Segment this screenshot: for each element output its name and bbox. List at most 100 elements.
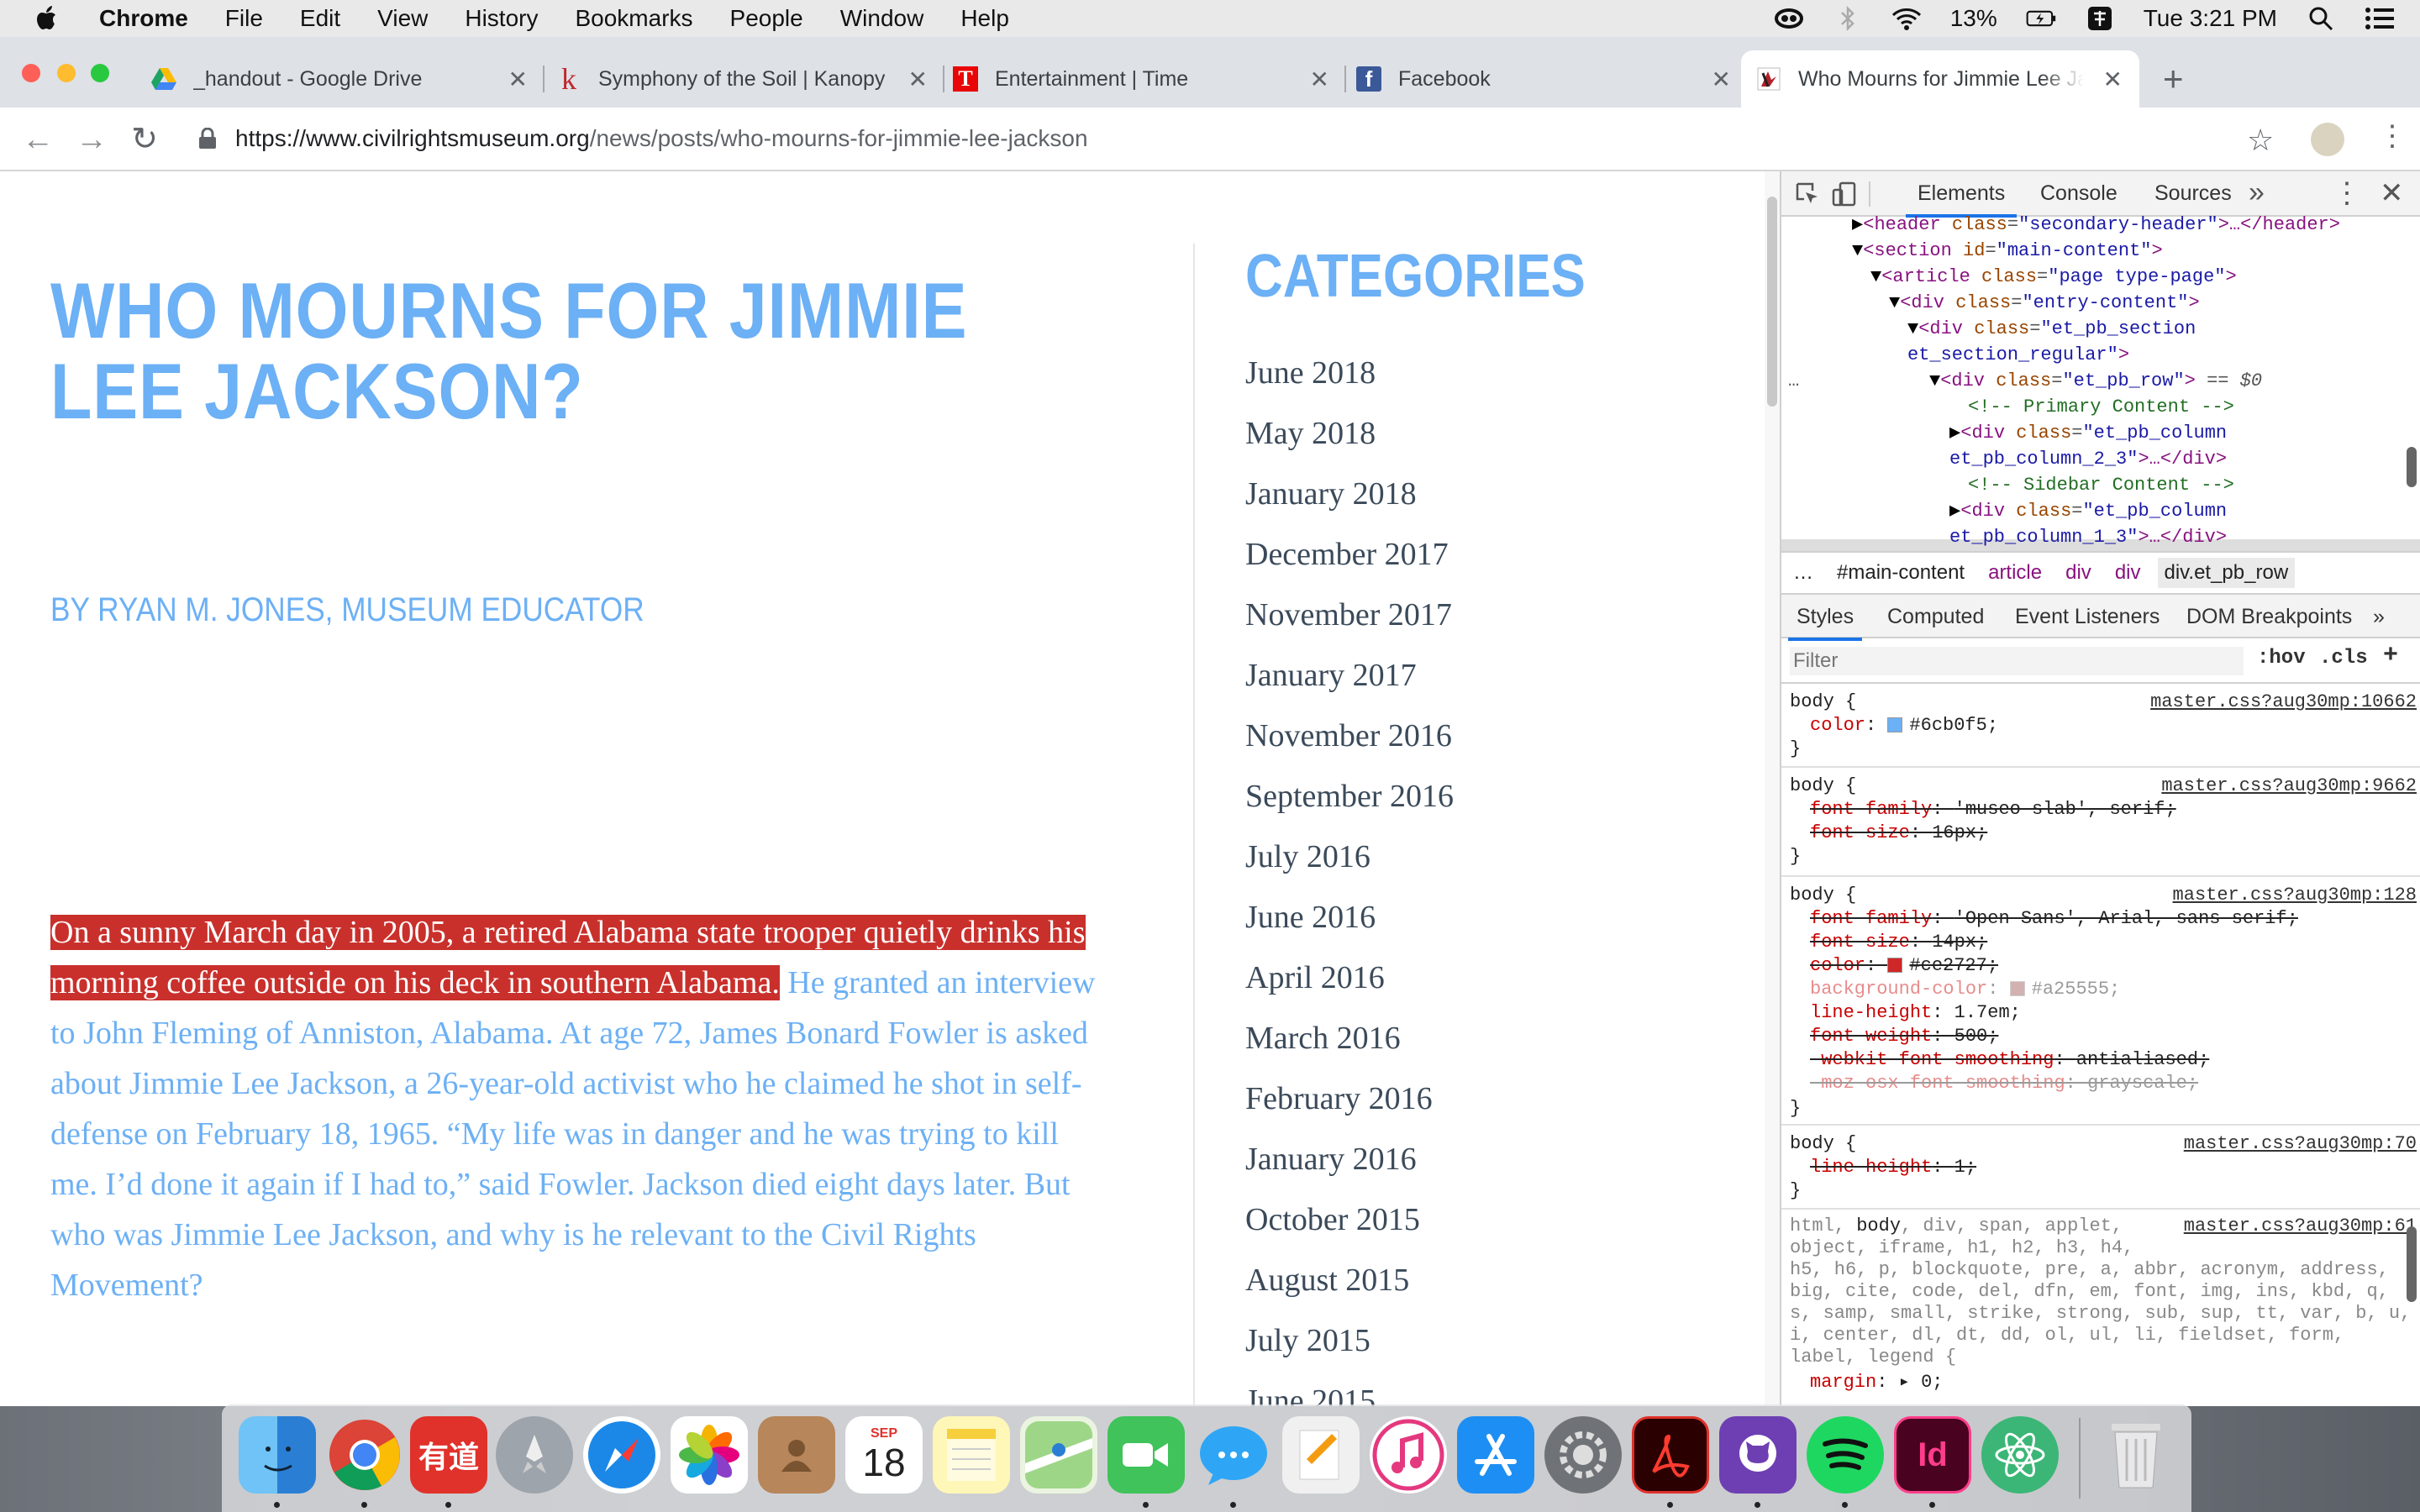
category-link[interactable]: October 2015	[1245, 1189, 1454, 1250]
spotify-icon[interactable]	[1807, 1416, 1884, 1494]
address-bar[interactable]: https://www.civilrightsmuseum.org/news/p…	[185, 114, 2269, 163]
category-link[interactable]: June 2018	[1245, 343, 1454, 403]
page-scrollbar[interactable]	[1765, 171, 1780, 1406]
wifi-icon[interactable]	[1891, 6, 1922, 31]
breadcrumb-ellipsis[interactable]: …	[1793, 561, 1813, 585]
add-rule-icon[interactable]: +	[2383, 642, 2398, 670]
category-link[interactable]: September 2016	[1245, 766, 1454, 827]
menu-app-name[interactable]: Chrome	[99, 5, 188, 32]
breadcrumb-item[interactable]: article	[1988, 561, 2042, 585]
tab-facebook[interactable]: f Facebook ✕	[1346, 50, 1748, 108]
menubar-clock[interactable]: Tue 3:21 PM	[2144, 5, 2277, 32]
menu-edit[interactable]: Edit	[300, 5, 340, 32]
category-link[interactable]: January 2018	[1245, 464, 1454, 524]
dom-node-article[interactable]: ▼<article class="page type-page">	[1870, 264, 2237, 290]
tab-close-icon[interactable]: ✕	[1712, 66, 1731, 93]
launchpad-icon[interactable]	[496, 1416, 573, 1494]
menu-help[interactable]: Help	[960, 5, 1009, 32]
css-declaration-overridden[interactable]: font-size: 16px;	[1810, 822, 1987, 845]
inspect-element-icon[interactable]	[1795, 181, 1820, 207]
subtab-computed[interactable]: Computed	[1887, 605, 1984, 629]
window-close-button[interactable]	[22, 64, 40, 82]
dom-node-pb-section[interactable]: ▼<div class="et_pb_section	[1907, 316, 2196, 342]
css-rule[interactable]: html, body, div, span, applet, master.cs…	[1781, 1210, 2420, 1406]
category-link[interactable]: March 2016	[1245, 1008, 1454, 1068]
reload-icon[interactable]: ↻	[129, 123, 160, 155]
subtab-styles[interactable]: Styles	[1787, 605, 1863, 641]
spotlight-search-icon[interactable]	[2306, 6, 2336, 31]
css-rule[interactable]: body { master.css?aug30mp:10662 color: #…	[1781, 684, 2420, 768]
class-toggle[interactable]: .cls	[2319, 647, 2368, 669]
breadcrumb-item-selected[interactable]: div.et_pb_row	[2157, 558, 2296, 588]
devtools-close-icon[interactable]: ✕	[2380, 176, 2404, 210]
css-declaration[interactable]: color: #6cb0f5;	[1810, 714, 1998, 738]
css-declaration-overridden[interactable]: -webkit-font-smoothing: antialiased;	[1810, 1048, 2209, 1072]
atom-icon[interactable]	[1981, 1416, 2059, 1494]
pages-icon[interactable]	[1282, 1416, 1360, 1494]
profile-avatar[interactable]	[2311, 123, 2344, 156]
css-declaration-overridden[interactable]: font-family: 'museo-slab', serif;	[1810, 798, 2176, 822]
more-subtabs-icon[interactable]: »	[2373, 605, 2385, 629]
rule-source-link[interactable]: master.css?aug30mp:9662	[2161, 774, 2417, 798]
css-declaration-overridden[interactable]: font-size: 14px;	[1810, 931, 1987, 954]
dom-scrollbar-thumb[interactable]	[2407, 447, 2417, 487]
input-method-icon[interactable]	[2085, 6, 2115, 31]
styles-scrollbar-thumb[interactable]	[2407, 1226, 2417, 1302]
forward-arrow-icon[interactable]: →	[76, 123, 108, 155]
tab-civil-rights-museum[interactable]: Who Mourns for Jimmie Lee Ja ✕	[1741, 50, 2139, 108]
css-declaration-inactive[interactable]: -moz-osx-font-smoothing: grayscale;	[1810, 1072, 2198, 1095]
css-rule[interactable]: body { master.css?aug30mp:70 line-height…	[1781, 1126, 2420, 1210]
rule-selector[interactable]: body {	[1790, 774, 1856, 798]
color-swatch[interactable]	[2009, 981, 2025, 997]
css-rule[interactable]: body { master.css?aug30mp:9662 font-fami…	[1781, 768, 2420, 877]
window-zoom-button[interactable]	[91, 64, 109, 82]
back-arrow-icon[interactable]: ←	[22, 123, 54, 155]
dom-node-pb-row[interactable]: ▼<div class="et_pb_row"> == $0	[1929, 368, 2262, 394]
battery-charging-icon[interactable]	[2026, 6, 2056, 31]
indesign-icon[interactable]: Id	[1894, 1416, 1971, 1494]
tab-close-icon[interactable]: ✕	[2103, 66, 2123, 93]
rule-selector[interactable]: body {	[1790, 884, 1856, 907]
css-declaration[interactable]: line-height: 1.7em;	[1810, 1001, 2021, 1025]
new-tab-button[interactable]: +	[2163, 61, 2184, 97]
maps-icon[interactable]	[1020, 1416, 1097, 1494]
rule-selector[interactable]: body {	[1790, 1132, 1856, 1156]
css-declaration-overridden[interactable]: font-weight: 500;	[1810, 1025, 1998, 1048]
category-link[interactable]: June 2016	[1245, 887, 1454, 948]
tab-close-icon[interactable]: ✕	[1310, 66, 1329, 93]
css-rule[interactable]: body { master.css?aug30mp:128 font-famil…	[1781, 877, 2420, 1126]
itunes-icon[interactable]	[1370, 1416, 1447, 1494]
css-declaration-inactive[interactable]: background-color: #a25555;	[1810, 978, 2120, 1001]
category-link[interactable]: November 2016	[1245, 706, 1454, 766]
dom-node-header[interactable]: ▶<header class="secondary-header">…</hea…	[1852, 212, 2340, 238]
tab-time[interactable]: T Entertainment | Time ✕	[944, 50, 1346, 108]
finder-icon[interactable]	[239, 1416, 316, 1494]
apple-icon[interactable]	[34, 4, 62, 33]
menu-people[interactable]: People	[730, 5, 803, 32]
breadcrumb-item[interactable]: #main-content	[1837, 561, 1965, 585]
category-link[interactable]: January 2016	[1245, 1129, 1454, 1189]
tab-google-drive[interactable]: _handout - Google Drive ✕	[143, 50, 544, 108]
device-toolbar-icon[interactable]	[1832, 181, 1857, 207]
menu-view[interactable]: View	[377, 5, 428, 32]
menu-bookmarks[interactable]: Bookmarks	[575, 5, 692, 32]
hover-state-toggle[interactable]: :hov	[2257, 647, 2306, 669]
css-declaration[interactable]: margin: ▸ 0;	[1810, 1371, 1943, 1394]
category-link[interactable]: February 2016	[1245, 1068, 1454, 1129]
system-preferences-icon[interactable]	[1544, 1416, 1622, 1494]
tab-console[interactable]: Console	[2040, 181, 2118, 206]
styles-filter-input[interactable]	[1790, 647, 2244, 675]
tab-sources[interactable]: Sources	[2154, 181, 2232, 206]
dom-ellipsis[interactable]: …	[1788, 368, 1799, 394]
menu-window[interactable]: Window	[840, 5, 924, 32]
app-store-icon[interactable]	[1457, 1416, 1534, 1494]
dom-comment[interactable]: <!-- Sidebar Content -->	[1968, 472, 2234, 498]
chrome-menu-icon[interactable]: ⋮	[2378, 119, 2407, 153]
notes-icon[interactable]	[933, 1416, 1010, 1494]
color-swatch[interactable]	[1887, 717, 1903, 733]
category-link[interactable]: July 2015	[1245, 1310, 1454, 1371]
dom-node-column-2-3[interactable]: ▶<div class="et_pb_column	[1949, 420, 2227, 446]
calendar-icon[interactable]: SEP 18	[845, 1416, 923, 1494]
category-link[interactable]: April 2016	[1245, 948, 1454, 1008]
dom-comment[interactable]: <!-- Primary Content -->	[1968, 394, 2234, 420]
